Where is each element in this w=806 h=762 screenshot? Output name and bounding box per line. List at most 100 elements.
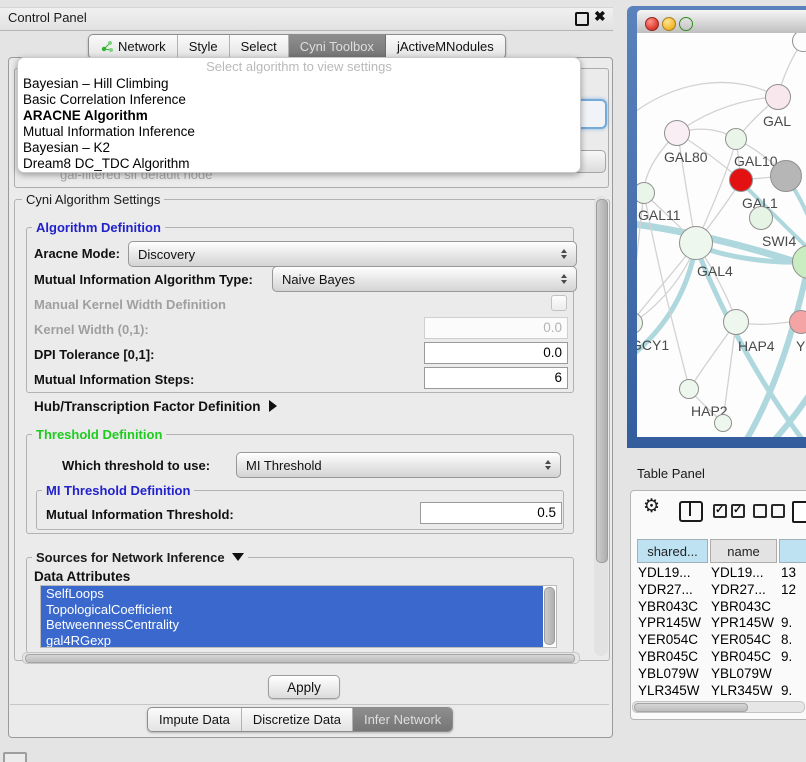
table-row[interactable]: YER054CYER054C8. — [631, 632, 806, 649]
table-cell: YER054C — [638, 632, 708, 647]
table-row[interactable]: YBL079WYBL079W — [631, 666, 806, 683]
column-header-name[interactable]: name — [710, 539, 777, 563]
table-rows: YDL19...YDL19...13YDR27...YDR27...12YBR0… — [631, 565, 806, 702]
tab-jactivemnodules[interactable]: jActiveMNodules — [386, 35, 505, 58]
tab-impute-data[interactable]: Impute Data — [148, 708, 242, 731]
mi-steps-field[interactable]: 6 — [424, 367, 568, 389]
settings-hscrollbar-track[interactable] — [22, 652, 580, 664]
hub-section-toggle[interactable]: Hub/Transcription Factor Definition — [34, 399, 277, 414]
table-hscrollbar-track[interactable] — [632, 701, 805, 713]
table-cell: 9. — [781, 649, 806, 664]
network-node-gal1[interactable] — [729, 168, 753, 192]
kernel-width-field[interactable]: 0.0 — [424, 317, 568, 339]
tab-cyni-toolbox[interactable]: Cyni Toolbox — [289, 35, 386, 58]
threshold-definition-title: Threshold Definition — [32, 427, 166, 442]
gear-icon[interactable]: ⚙ — [643, 495, 660, 518]
float-window-icon[interactable] — [575, 12, 589, 26]
network-node-y[interactable] — [789, 310, 806, 334]
tab-infer-network[interactable]: Infer Network — [353, 708, 452, 731]
tab-discretize-data[interactable]: Discretize Data — [242, 708, 353, 731]
zoom-traffic-light-icon[interactable] — [679, 17, 693, 31]
network-node-swi4[interactable] — [749, 206, 773, 230]
algorithm-option-bayesian-hill-climbing[interactable]: Bayesian – Hill Climbing — [18, 76, 580, 92]
algorithm-options-list: Bayesian – Hill ClimbingBasic Correlatio… — [18, 76, 580, 172]
dpi-tolerance-field[interactable]: 0.0 — [424, 342, 568, 364]
network-node[interactable] — [714, 414, 732, 432]
mi-threshold-field[interactable]: 0.5 — [420, 502, 562, 524]
algorithm-option-dream8-dc-tdc-algorithm[interactable]: Dream8 DC_TDC Algorithm — [18, 156, 580, 172]
table-cell: YBR045C — [711, 649, 777, 664]
data-attributes-list[interactable]: SelfLoopsTopologicalCoefficientBetweenne… — [40, 585, 557, 648]
table-cell: YER054C — [711, 632, 777, 647]
tab-select[interactable]: Select — [230, 35, 289, 58]
table-row[interactable]: YPR145WYPR145W 9. — [631, 615, 806, 632]
network-node[interactable] — [770, 160, 802, 192]
table-hscrollbar-thumb[interactable] — [634, 703, 748, 712]
network-node-gal4[interactable] — [679, 226, 713, 260]
attributes-scrollbar-thumb[interactable] — [544, 587, 555, 645]
column-header-shared-name[interactable]: shared... — [637, 539, 708, 563]
table-row[interactable]: YBR043CYBR043C — [631, 599, 806, 616]
network-node-gal[interactable] — [765, 84, 791, 110]
attribute-item-selfloops[interactable]: SelfLoops — [41, 586, 543, 602]
aracne-mode-select[interactable]: Discovery — [128, 241, 577, 267]
panel-divider — [10, 704, 609, 705]
table-cell: 9. — [781, 615, 806, 630]
minimize-traffic-light-icon[interactable] — [662, 17, 676, 31]
split-columns-icon[interactable] — [679, 501, 703, 522]
sources-group-toggle[interactable]: Sources for Network Inference — [32, 550, 248, 565]
close-traffic-light-icon[interactable] — [645, 17, 659, 31]
table-cell: YPR145W — [638, 615, 708, 630]
data-attributes-label: Data Attributes — [34, 569, 130, 584]
stepper-arrows-icon — [545, 460, 552, 470]
settings-hscrollbar-thumb[interactable] — [25, 654, 575, 663]
algorithm-option-basic-correlation-inference[interactable]: Basic Correlation Inference — [18, 92, 580, 108]
cyni-bottom-tabbar: Impute Data Discretize DataInfer Network — [147, 707, 453, 732]
table-cell: YBR043C — [711, 599, 777, 614]
network-node-gal80[interactable] — [664, 120, 690, 146]
tab-impute-data-label: Impute Data — [159, 712, 230, 727]
mi-type-select[interactable]: Naive Bayes — [272, 266, 577, 292]
node-label-gal4: GAL4 — [697, 263, 733, 279]
network-canvas[interactable]: GALGAL80GAL10GAL1GAL11SWI4GAL4GCY1HAP4YH… — [637, 33, 806, 437]
mi-type-value: Naive Bayes — [282, 272, 355, 287]
network-window-titlebar[interactable] — [637, 10, 806, 34]
column-header-partial[interactable] — [779, 539, 806, 563]
table-cell: YLR345W — [638, 683, 708, 698]
tab-style[interactable]: Style — [178, 35, 230, 58]
table-row[interactable]: YDL19...YDL19...13 — [631, 565, 806, 582]
unchecked-checkboxes-icon[interactable] — [753, 504, 789, 523]
checked-checkboxes-icon[interactable] — [713, 504, 749, 523]
algorithm-option-aracne-algorithm[interactable]: ARACNE Algorithm — [18, 108, 580, 124]
tab-jactivemnodules-label: jActiveMNodules — [397, 39, 494, 54]
node-label-y: Y — [796, 338, 805, 354]
algorithm-placeholder: Select algorithm to view settings — [18, 58, 580, 76]
table-cell: YBL079W — [638, 666, 708, 681]
stepper-arrows-icon — [561, 274, 568, 284]
which-threshold-select[interactable]: MI Threshold — [236, 452, 561, 478]
mi-threshold-group-title: MI Threshold Definition — [42, 483, 194, 498]
attribute-item-gal4rgexp[interactable]: gal4RGexp — [41, 633, 543, 649]
corner-widget[interactable] — [3, 752, 27, 762]
attribute-item-betweennesscentrality[interactable]: BetweennessCentrality — [41, 617, 543, 633]
table-cell: YPR145W — [711, 615, 777, 630]
table-row[interactable]: YLR345WYLR345W9. — [631, 683, 806, 700]
table-row[interactable]: YBR045CYBR045C9. — [631, 649, 806, 666]
network-node-hap4[interactable] — [723, 309, 749, 335]
close-icon[interactable]: ✖ — [594, 8, 606, 25]
document-icon[interactable] — [792, 501, 806, 523]
tab-network[interactable]: Network — [89, 35, 178, 58]
settings-scrollbar-thumb[interactable] — [596, 199, 608, 563]
stepper-arrows-icon — [561, 249, 568, 259]
apply-button[interactable]: Apply — [268, 675, 340, 699]
network-node-gal10[interactable] — [725, 128, 747, 150]
control-panel-title: Control Panel — [8, 10, 87, 25]
algorithm-option-mutual-information-inference[interactable]: Mutual Information Inference — [18, 124, 580, 140]
network-node-hap2[interactable] — [679, 379, 699, 399]
table-panel: ⚙ shared... name YDL19...YDL19...13YDR27… — [630, 490, 806, 720]
attribute-item-topologicalcoefficient[interactable]: TopologicalCoefficient — [41, 602, 543, 618]
hub-section-label: Hub/Transcription Factor Definition — [34, 399, 261, 414]
manual-kernel-checkbox[interactable] — [551, 295, 567, 311]
algorithm-option-bayesian-k2[interactable]: Bayesian – K2 — [18, 140, 580, 156]
table-row[interactable]: YDR27...YDR27...12 — [631, 582, 806, 599]
